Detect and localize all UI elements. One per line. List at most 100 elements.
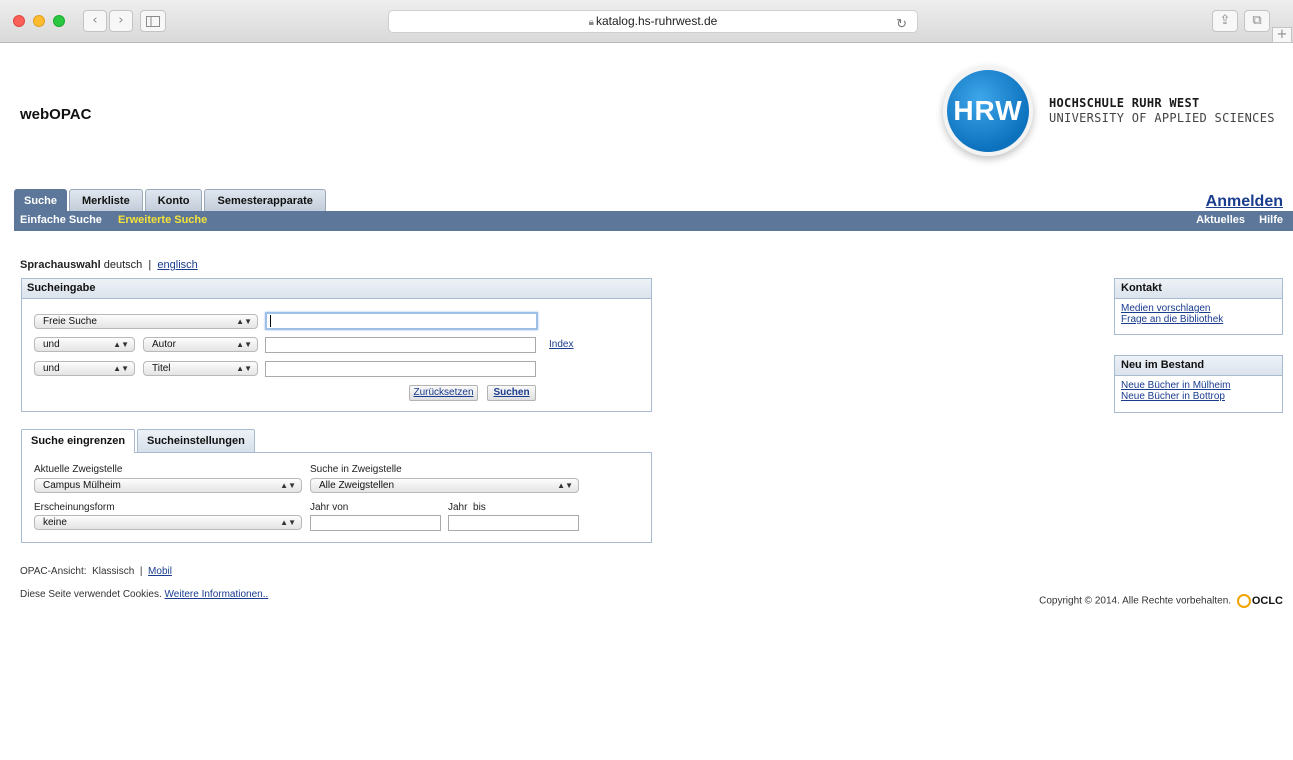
suggest-media-link[interactable]: Medien vorschlagen <box>1121 303 1276 314</box>
language-current: deutsch <box>103 259 143 271</box>
search-input-2[interactable] <box>265 337 536 353</box>
site-title: webOPAC <box>20 106 92 123</box>
oclc-ring-icon <box>1236 594 1251 608</box>
select-arrows-icon: ▲▼ <box>113 340 129 349</box>
search-field-select-1[interactable]: Freie Suche ▲▼ <box>34 314 258 329</box>
opac-view-mobile-link[interactable]: Mobil <box>148 566 172 577</box>
chevron-right-icon: › <box>118 13 124 28</box>
ask-library-link[interactable]: Frage an die Bibliothek <box>1121 314 1276 325</box>
year-to-input[interactable] <box>448 515 579 531</box>
publication-form-select[interactable]: keine ▲▼ <box>34 515 302 530</box>
new-arrivals-box: Neu im Bestand Neue Bücher in Mülheim Ne… <box>1114 355 1283 413</box>
zoom-window-button[interactable] <box>53 15 65 27</box>
select-value: Freie Suche <box>43 316 97 327</box>
reload-icon[interactable]: ↻ <box>896 13 907 34</box>
subnav-help[interactable]: Hilfe <box>1259 214 1283 226</box>
cookie-text: Diese Seite verwendet Cookies. <box>20 589 162 600</box>
tab-sucheinstellungen[interactable]: Sucheinstellungen <box>137 429 255 452</box>
show-tabs-button[interactable]: ⧉ <box>1244 10 1270 32</box>
subnav-news[interactable]: Aktuelles <box>1196 214 1245 226</box>
chevron-left-icon: ‹ <box>92 13 98 28</box>
year-to-label: Jahr bis <box>448 502 486 513</box>
language-selector: Sprachauswahl deutsch | englisch <box>20 259 198 271</box>
logo-university-name: HOCHSCHULE RUHR WEST <box>1049 96 1200 110</box>
share-icon: ⇪ <box>1219 13 1231 28</box>
search-in-branch-select[interactable]: Alle Zweigstellen ▲▼ <box>310 478 579 493</box>
opac-view-label: OPAC-Ansicht: <box>20 566 87 577</box>
select-value: und <box>43 363 60 374</box>
new-books-bottrop-link[interactable]: Neue Bücher in Bottrop <box>1121 391 1276 402</box>
minimize-window-button[interactable] <box>33 15 45 27</box>
tab-semesterapparate[interactable]: Semesterapparate <box>204 189 326 211</box>
tab-suche[interactable]: Suche <box>14 189 68 211</box>
opac-view-separator: | <box>139 566 143 577</box>
hrw-logo[interactable]: HRW <box>943 66 1033 156</box>
year-from-label: Jahr von <box>310 502 349 513</box>
subnav-advanced-search[interactable]: Erweiterte Suche <box>118 214 207 226</box>
search-input-3[interactable] <box>265 361 536 377</box>
plus-icon: + <box>1276 27 1288 42</box>
tab-merkliste[interactable]: Merkliste <box>69 189 143 211</box>
index-link[interactable]: Index <box>549 339 573 350</box>
main-tabs: Suche Merkliste Konto Semesterapparate <box>14 189 328 211</box>
text-cursor <box>270 315 271 327</box>
search-field-select-2[interactable]: Autor ▲▼ <box>143 337 258 352</box>
branch-select[interactable]: Campus Mülheim ▲▼ <box>34 478 302 493</box>
reset-button[interactable]: Zurücksetzen <box>409 385 478 401</box>
select-arrows-icon: ▲▼ <box>236 364 252 373</box>
cookie-info-link[interactable]: Weitere Informationen.. <box>165 589 269 600</box>
new-tab-button[interactable]: + <box>1272 27 1292 43</box>
sidebar-toggle-button[interactable] <box>140 10 166 32</box>
back-button[interactable]: ‹ <box>83 10 107 32</box>
close-window-button[interactable] <box>13 15 25 27</box>
search-in-branch-label: Suche in Zweigstelle <box>310 464 402 475</box>
browser-toolbar: ‹ › 🔒︎ katalog.hs-ruhrwest.de ↻ ⇪ ⧉ + <box>0 0 1293 43</box>
share-button[interactable]: ⇪ <box>1212 10 1238 32</box>
forward-button[interactable]: › <box>109 10 133 32</box>
year-from-input[interactable] <box>310 515 441 531</box>
select-arrows-icon: ▲▼ <box>557 481 573 490</box>
branch-label: Aktuelle Zweigstelle <box>34 464 123 475</box>
new-arrivals-title: Neu im Bestand <box>1115 356 1282 376</box>
select-arrows-icon: ▲▼ <box>236 317 252 326</box>
select-arrows-icon: ▲▼ <box>280 481 296 490</box>
select-arrows-icon: ▲▼ <box>113 364 129 373</box>
search-button[interactable]: Suchen <box>487 385 536 401</box>
operator-select-2[interactable]: und ▲▼ <box>34 337 135 352</box>
lock-icon: 🔒︎ <box>588 17 594 28</box>
contact-box: Kontakt Medien vorschlagen Frage an die … <box>1114 278 1283 335</box>
select-value: keine <box>43 517 67 528</box>
login-link[interactable]: Anmelden <box>1206 193 1283 211</box>
publication-form-label: Erscheinungsform <box>34 502 115 513</box>
tabs-icon: ⧉ <box>1252 13 1262 28</box>
sidebar-icon <box>146 16 160 27</box>
oclc-logo[interactable]: OCLC <box>1236 594 1283 608</box>
select-arrows-icon: ▲▼ <box>280 518 296 527</box>
url-text: katalog.hs-ruhrwest.de <box>595 14 718 28</box>
opac-view-selector: OPAC-Ansicht: Klassisch | Mobil <box>20 566 172 577</box>
filter-panel: Aktuelle Zweigstelle Campus Mülheim ▲▼ Su… <box>21 452 652 543</box>
language-separator: | <box>148 259 152 271</box>
oclc-logo-text: OCLC <box>1251 594 1283 607</box>
copyright-text: Copyright © 2014. Alle Rechte vorbehalte… <box>1039 595 1232 607</box>
sub-navigation: Einfache Suche Erweiterte Suche Aktuelle… <box>14 211 1293 231</box>
search-input-1[interactable] <box>265 312 538 330</box>
copyright-notice: Copyright © 2014. Alle Rechte vorbehalte… <box>1039 594 1283 608</box>
cookie-notice: Diese Seite verwendet Cookies. Weitere I… <box>20 589 268 600</box>
select-value: Titel <box>152 363 171 374</box>
language-english-link[interactable]: englisch <box>157 259 197 271</box>
operator-select-3[interactable]: und ▲▼ <box>34 361 135 376</box>
subnav-simple-search[interactable]: Einfache Suche <box>20 214 102 226</box>
contact-box-title: Kontakt <box>1115 279 1282 299</box>
select-value: Alle Zweigstellen <box>319 480 395 491</box>
new-books-muelheim-link[interactable]: Neue Bücher in Mülheim <box>1121 380 1276 391</box>
opac-view-classic: Klassisch <box>92 566 135 577</box>
tab-konto[interactable]: Konto <box>144 189 203 211</box>
address-bar[interactable]: 🔒︎ katalog.hs-ruhrwest.de ↻ <box>388 10 918 33</box>
search-panel: Sucheingabe Freie Suche ▲▼ und ▲▼ Autor ▲▼ … <box>21 278 652 412</box>
select-arrows-icon: ▲▼ <box>236 340 252 349</box>
logo-university-subtitle: UNIVERSITY OF APPLIED SCIENCES <box>1049 111 1275 125</box>
search-field-select-3[interactable]: Titel ▲▼ <box>143 361 258 376</box>
tab-suche-eingrenzen[interactable]: Suche eingrenzen <box>21 429 136 453</box>
select-value: Campus Mülheim <box>43 480 121 491</box>
